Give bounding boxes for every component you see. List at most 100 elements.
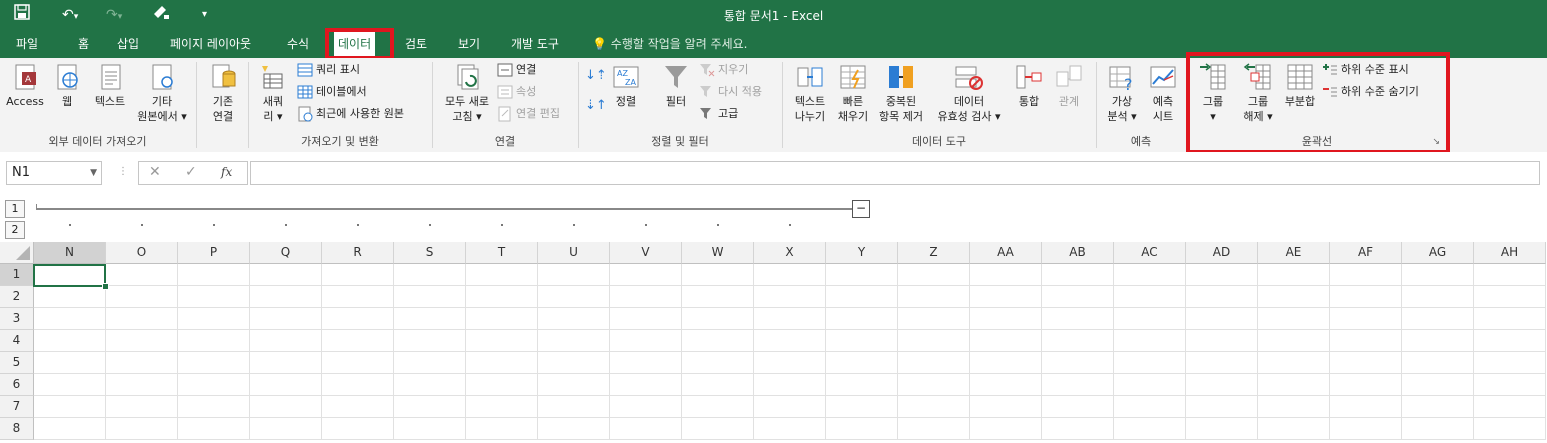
cell[interactable]: [682, 374, 754, 396]
cell[interactable]: [178, 286, 250, 308]
column-header[interactable]: T: [466, 242, 538, 264]
outline-level-2-button[interactable]: 2: [5, 221, 25, 239]
cell[interactable]: [106, 286, 178, 308]
cell[interactable]: [394, 330, 466, 352]
advanced-button[interactable]: 고급: [699, 104, 738, 124]
column-header[interactable]: S: [394, 242, 466, 264]
column-header[interactable]: W: [682, 242, 754, 264]
cell[interactable]: [682, 264, 754, 286]
cell[interactable]: [826, 330, 898, 352]
cell[interactable]: [538, 308, 610, 330]
from-web-button[interactable]: 웹: [50, 62, 84, 109]
cell[interactable]: [106, 308, 178, 330]
cell[interactable]: [466, 352, 538, 374]
column-header[interactable]: X: [754, 242, 826, 264]
column-header[interactable]: Q: [250, 242, 322, 264]
cell[interactable]: [322, 308, 394, 330]
cell[interactable]: [394, 264, 466, 286]
cell[interactable]: [466, 374, 538, 396]
cell[interactable]: [610, 374, 682, 396]
cell[interactable]: [970, 264, 1042, 286]
relationships-button[interactable]: 관계: [1049, 62, 1089, 109]
edit-links-button[interactable]: 연결 편집: [497, 104, 560, 124]
cell[interactable]: [754, 374, 826, 396]
tab-insert[interactable]: 삽입: [113, 34, 143, 54]
cell[interactable]: [322, 418, 394, 440]
cell[interactable]: [466, 286, 538, 308]
recent-sources-button[interactable]: 최근에 사용한 원본: [297, 104, 404, 124]
tab-developer[interactable]: 개발 도구: [507, 34, 563, 54]
cell[interactable]: [1258, 330, 1330, 352]
cell[interactable]: [178, 396, 250, 418]
cell[interactable]: [1474, 396, 1546, 418]
cell[interactable]: [1042, 352, 1114, 374]
cell[interactable]: [826, 396, 898, 418]
cell[interactable]: [610, 264, 682, 286]
show-queries-button[interactable]: 쿼리 표시: [297, 60, 360, 80]
cell[interactable]: [1042, 396, 1114, 418]
cell[interactable]: [1258, 352, 1330, 374]
cell[interactable]: [178, 264, 250, 286]
cell[interactable]: [898, 330, 970, 352]
from-access-button[interactable]: A Access: [4, 62, 46, 109]
cell[interactable]: [1186, 352, 1258, 374]
column-header[interactable]: N: [34, 242, 106, 264]
cell[interactable]: [898, 352, 970, 374]
formula-input[interactable]: [250, 161, 1540, 185]
cell[interactable]: [1186, 418, 1258, 440]
cell[interactable]: [1474, 308, 1546, 330]
from-table-button[interactable]: 테이블에서: [297, 82, 367, 102]
cell[interactable]: [1042, 308, 1114, 330]
cell[interactable]: [1042, 374, 1114, 396]
cell[interactable]: [610, 308, 682, 330]
cell[interactable]: [970, 352, 1042, 374]
column-header[interactable]: AF: [1330, 242, 1402, 264]
enter-icon[interactable]: ✓: [185, 164, 197, 180]
cell[interactable]: [1258, 264, 1330, 286]
cell[interactable]: [106, 396, 178, 418]
cell[interactable]: [1330, 396, 1402, 418]
column-header[interactable]: AD: [1186, 242, 1258, 264]
column-header[interactable]: P: [178, 242, 250, 264]
row-header[interactable]: 7: [0, 396, 34, 418]
what-if-analysis-button[interactable]: ? 가상 분석 ▾: [1101, 62, 1143, 124]
cell[interactable]: [1186, 286, 1258, 308]
column-header[interactable]: U: [538, 242, 610, 264]
cell[interactable]: [106, 418, 178, 440]
cell[interactable]: [1258, 286, 1330, 308]
cell[interactable]: [1258, 396, 1330, 418]
cell[interactable]: [1330, 418, 1402, 440]
refresh-all-button[interactable]: 모두 새로 고침 ▾: [437, 62, 497, 124]
cell[interactable]: [466, 418, 538, 440]
cell[interactable]: [1186, 264, 1258, 286]
cell[interactable]: [754, 352, 826, 374]
cell[interactable]: [322, 352, 394, 374]
row-header[interactable]: 4: [0, 330, 34, 352]
sort-button[interactable]: AZ ZA 정렬: [609, 62, 643, 109]
cell[interactable]: [682, 308, 754, 330]
cell[interactable]: [1042, 286, 1114, 308]
column-header[interactable]: AE: [1258, 242, 1330, 264]
cell[interactable]: [1330, 352, 1402, 374]
cell[interactable]: [394, 308, 466, 330]
sort-az-button[interactable]: ↓⇡: [585, 66, 607, 86]
cell[interactable]: [34, 396, 106, 418]
data-validation-button[interactable]: 데이터 유효성 검사 ▾: [929, 62, 1009, 124]
cell[interactable]: [754, 286, 826, 308]
cancel-icon[interactable]: ✕: [149, 164, 161, 180]
cell[interactable]: [1186, 330, 1258, 352]
column-header[interactable]: R: [322, 242, 394, 264]
tab-file[interactable]: 파일: [12, 34, 42, 54]
column-header[interactable]: AB: [1042, 242, 1114, 264]
cell[interactable]: [1186, 396, 1258, 418]
row-header[interactable]: 1: [0, 264, 34, 286]
cell[interactable]: [1402, 418, 1474, 440]
clear-button[interactable]: 지우기: [699, 60, 748, 80]
cell[interactable]: [106, 264, 178, 286]
active-cell[interactable]: [33, 264, 106, 287]
cell[interactable]: [1042, 330, 1114, 352]
row-header[interactable]: 3: [0, 308, 34, 330]
cell[interactable]: [970, 418, 1042, 440]
cell[interactable]: [1114, 396, 1186, 418]
select-all-button[interactable]: [0, 242, 34, 264]
